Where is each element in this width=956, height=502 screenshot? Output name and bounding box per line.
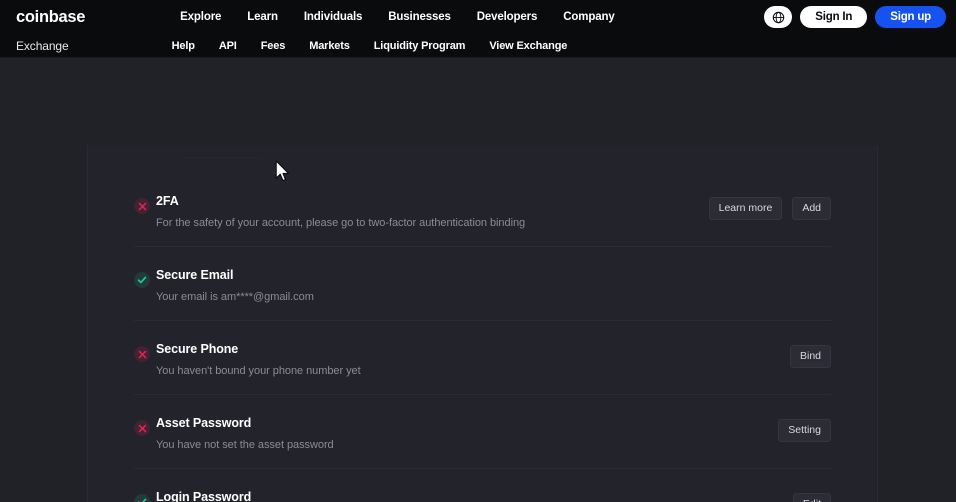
security-row-actions: Bind <box>789 345 831 368</box>
subnav-link-liquidity-program[interactable]: Liquidity Program <box>374 40 466 52</box>
check-circle-icon <box>134 272 150 288</box>
security-row-text: 2FA For the safety of your account, plea… <box>156 173 525 230</box>
add-2fa-button[interactable]: Add <box>792 197 831 220</box>
security-row-2fa: 2FA For the safety of your account, plea… <box>88 173 877 247</box>
globe-icon <box>772 11 785 23</box>
asset-password-setting-button[interactable]: Setting <box>778 419 831 442</box>
security-row-actions: Setting <box>778 419 831 442</box>
sub-navigation-bar: Exchange Help API Fees Markets Liquidity… <box>0 34 956 58</box>
nav-link-explore[interactable]: Explore <box>180 11 221 23</box>
subnav-link-markets[interactable]: Markets <box>309 40 350 52</box>
security-row-title: Asset Password <box>156 416 252 430</box>
primary-nav-links: Explore Learn Individuals Businesses Dev… <box>180 11 615 23</box>
app-root: coinbase Explore Learn Individuals Busin… <box>0 0 956 502</box>
secondary-nav-links: Help API Fees Markets Liquidity Program … <box>172 40 568 52</box>
check-circle-icon <box>134 494 150 502</box>
exchange-brand-label[interactable]: Exchange <box>16 39 69 53</box>
security-row-description: For the safety of your account, please g… <box>156 217 526 229</box>
close-circle-icon <box>134 420 150 436</box>
subnav-link-view-exchange[interactable]: View Exchange <box>489 40 567 52</box>
subnav-link-api[interactable]: API <box>219 40 237 52</box>
security-row-description: Your email is am****@gmail.com <box>156 291 314 303</box>
sign-up-button[interactable]: Sign up <box>875 6 946 28</box>
security-row-text: Asset Password You have not set the asse… <box>156 395 334 452</box>
security-settings-card: 2FA For the safety of your account, plea… <box>87 145 878 502</box>
top-nav-actions: Sign In Sign up <box>764 0 946 34</box>
security-row-text: Secure Email Your email is am****@gmail.… <box>156 247 314 304</box>
nav-link-developers[interactable]: Developers <box>477 11 538 23</box>
security-row-asset-password: Asset Password You have not set the asse… <box>88 395 877 469</box>
security-row-actions: Edit <box>792 493 831 502</box>
subnav-link-fees[interactable]: Fees <box>261 40 286 52</box>
close-circle-icon <box>134 346 150 362</box>
security-row-actions: Learn more Add <box>708 197 831 220</box>
page-body: 2FA For the safety of your account, plea… <box>0 58 956 502</box>
security-row-title: Secure Email <box>156 268 234 282</box>
close-circle-icon <box>134 198 150 214</box>
nav-link-businesses[interactable]: Businesses <box>388 11 451 23</box>
top-navigation-bar: coinbase Explore Learn Individuals Busin… <box>0 0 956 34</box>
security-row-text: Login Password This password is used for… <box>156 469 361 502</box>
security-row-title: 2FA <box>156 194 179 208</box>
language-globe-button[interactable] <box>764 6 793 28</box>
security-row-description: You haven't bound your phone number yet <box>156 365 361 377</box>
security-row-description: You have not set the asset password <box>156 439 334 451</box>
security-row-text: Secure Phone You haven't bound your phon… <box>156 321 361 378</box>
sign-in-button[interactable]: Sign In <box>800 6 868 28</box>
nav-link-individuals[interactable]: Individuals <box>304 11 363 23</box>
edit-login-password-button[interactable]: Edit <box>792 493 831 502</box>
security-row-secure-email: Secure Email Your email is am****@gmail.… <box>88 247 877 321</box>
security-row-title: Secure Phone <box>156 342 239 356</box>
security-row-login-password: Login Password This password is used for… <box>88 469 877 502</box>
security-row-title: Login Password <box>156 490 252 502</box>
coinbase-logo[interactable]: coinbase <box>16 8 85 27</box>
nav-link-learn[interactable]: Learn <box>247 11 278 23</box>
security-row-secure-phone: Secure Phone You haven't bound your phon… <box>88 321 877 395</box>
card-header-placeholder <box>181 157 261 159</box>
bind-phone-button[interactable]: Bind <box>789 345 831 368</box>
subnav-link-help[interactable]: Help <box>172 40 195 52</box>
learn-more-button[interactable]: Learn more <box>708 197 783 220</box>
nav-link-company[interactable]: Company <box>563 11 615 23</box>
